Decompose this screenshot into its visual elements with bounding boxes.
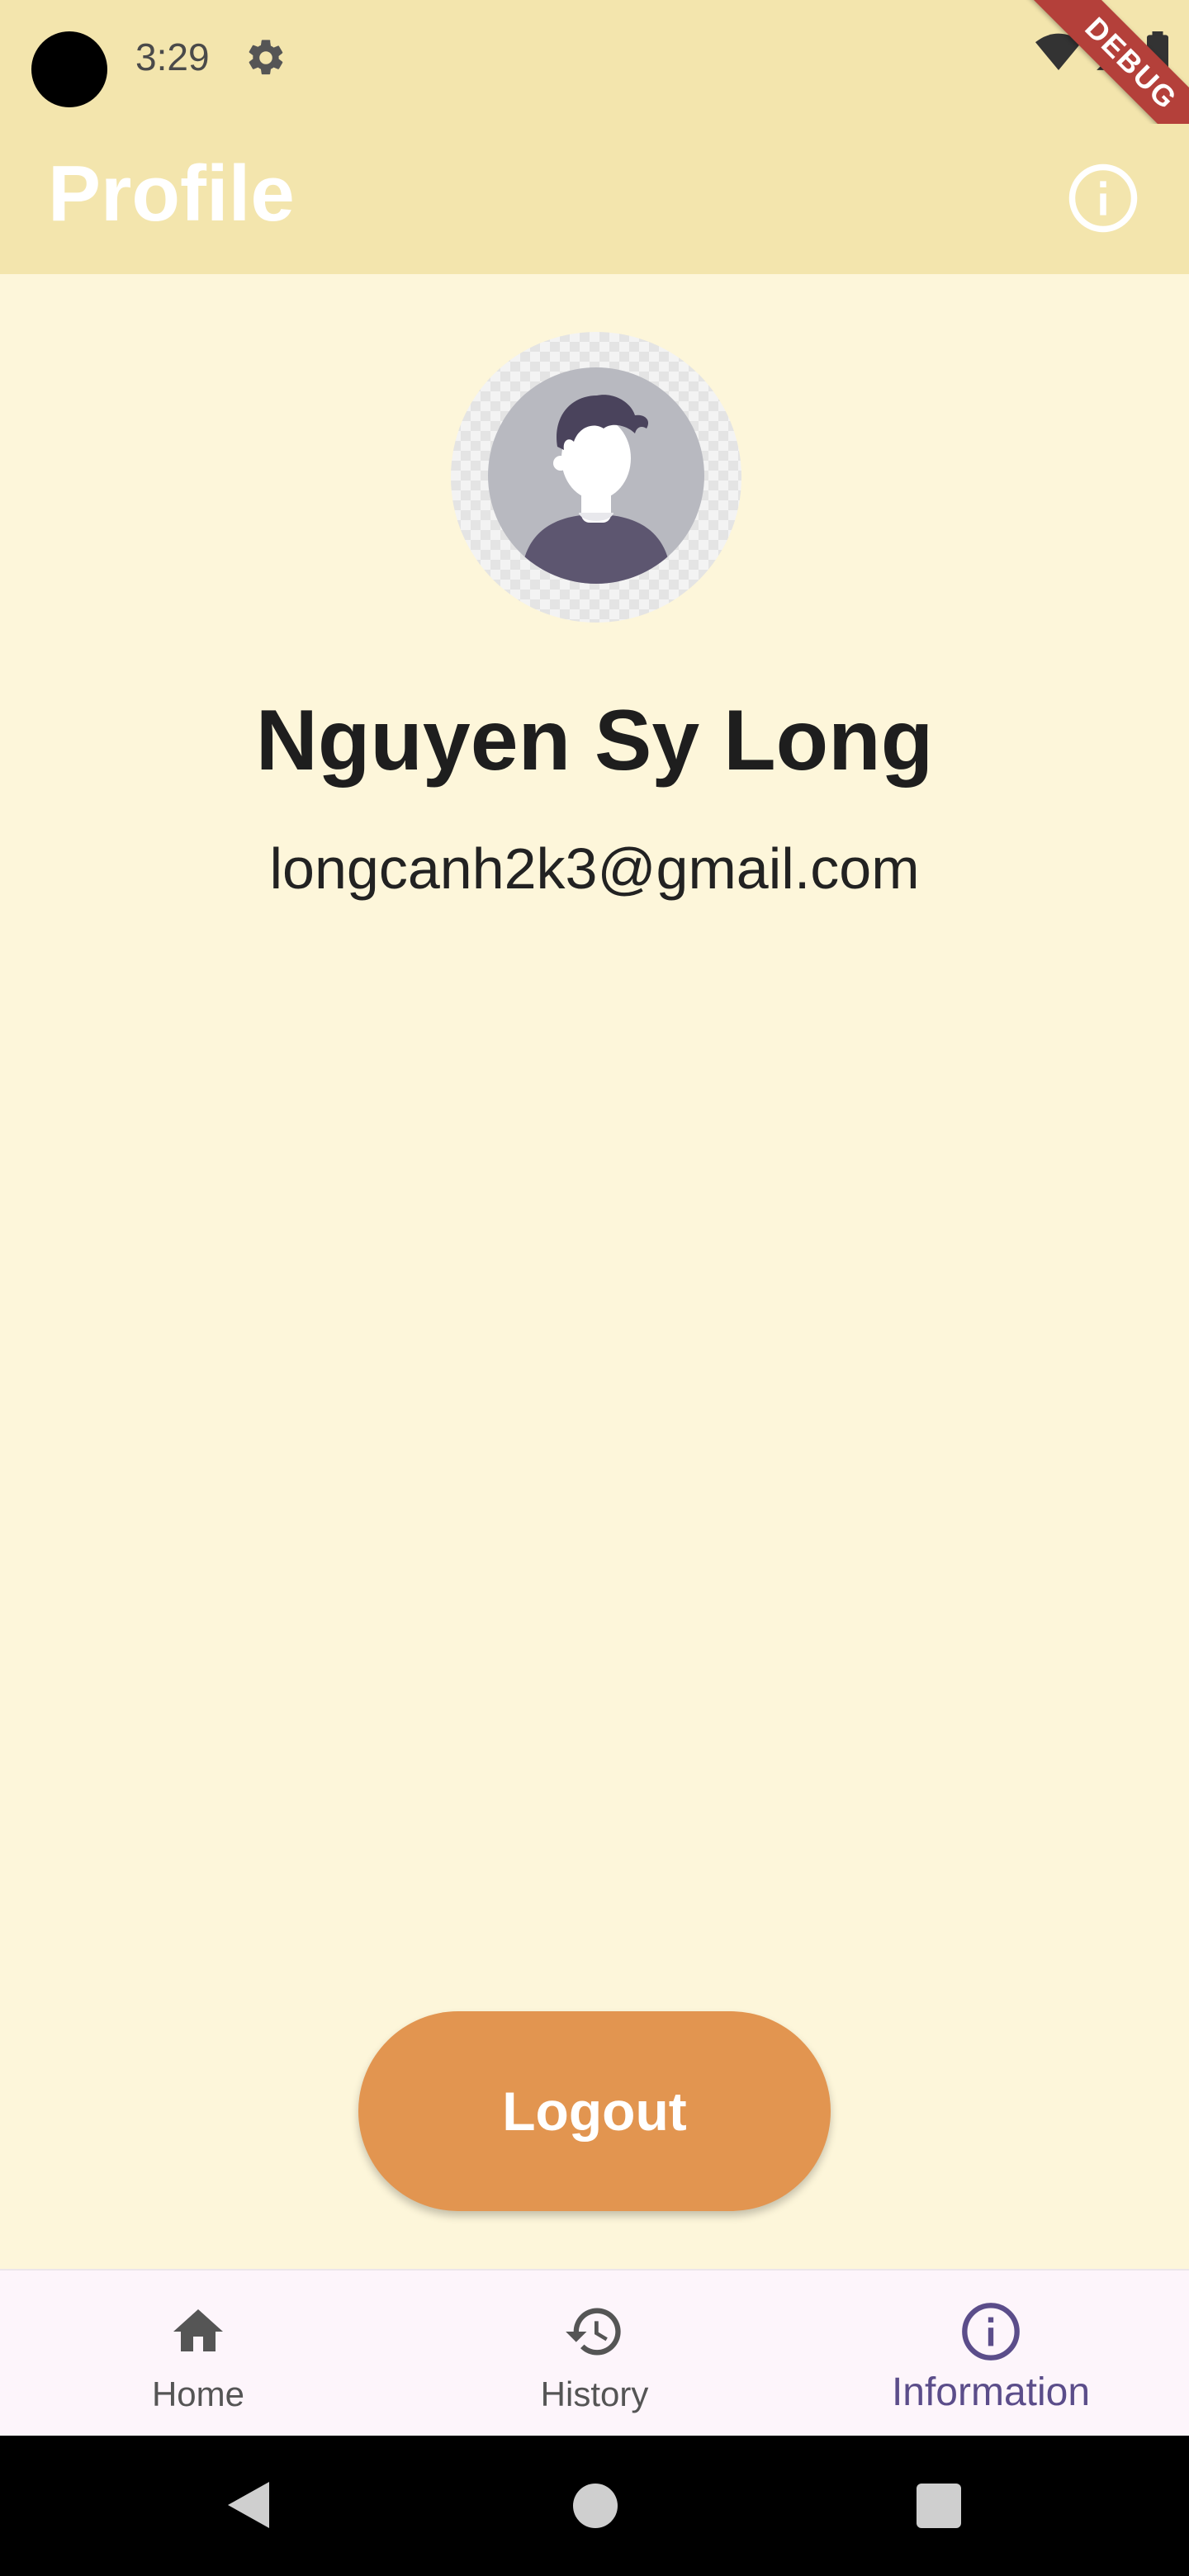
nav-label-information: Information [891,2370,1091,2414]
back-icon[interactable] [223,2479,272,2536]
profile-email: longcanh2k3@gmail.com [269,836,920,901]
nav-label-home: Home [151,2375,245,2413]
logout-button[interactable]: Logout [358,2011,831,2211]
gear-icon [244,36,287,79]
profile-screen: 3:29 DEBUG Profile Nguyen Sy Long longca… [0,0,1189,2576]
history-icon [563,2300,626,2363]
nav-item-home[interactable]: Home [0,2271,396,2436]
nav-label-history: History [540,2375,649,2413]
person-avatar-icon [488,367,704,588]
page-title: Profile [48,149,295,238]
home-circle-icon[interactable] [573,2484,618,2528]
info-icon [1066,161,1140,239]
nav-item-information[interactable]: Information [793,2271,1189,2436]
info-button[interactable] [1062,159,1144,241]
info-icon [959,2300,1022,2363]
status-time: 3:29 [135,36,210,78]
home-icon [167,2300,230,2363]
camera-cutout [31,31,107,107]
bottom-navigation: Home History Information [0,2269,1189,2436]
system-navigation-bar [0,2436,1189,2576]
status-bar: 3:29 [0,0,1189,124]
app-bar: Profile [0,124,1189,274]
profile-name: Nguyen Sy Long [255,693,934,788]
recents-square-icon[interactable] [917,2484,961,2528]
nav-item-history[interactable]: History [396,2271,793,2436]
avatar [451,332,741,623]
